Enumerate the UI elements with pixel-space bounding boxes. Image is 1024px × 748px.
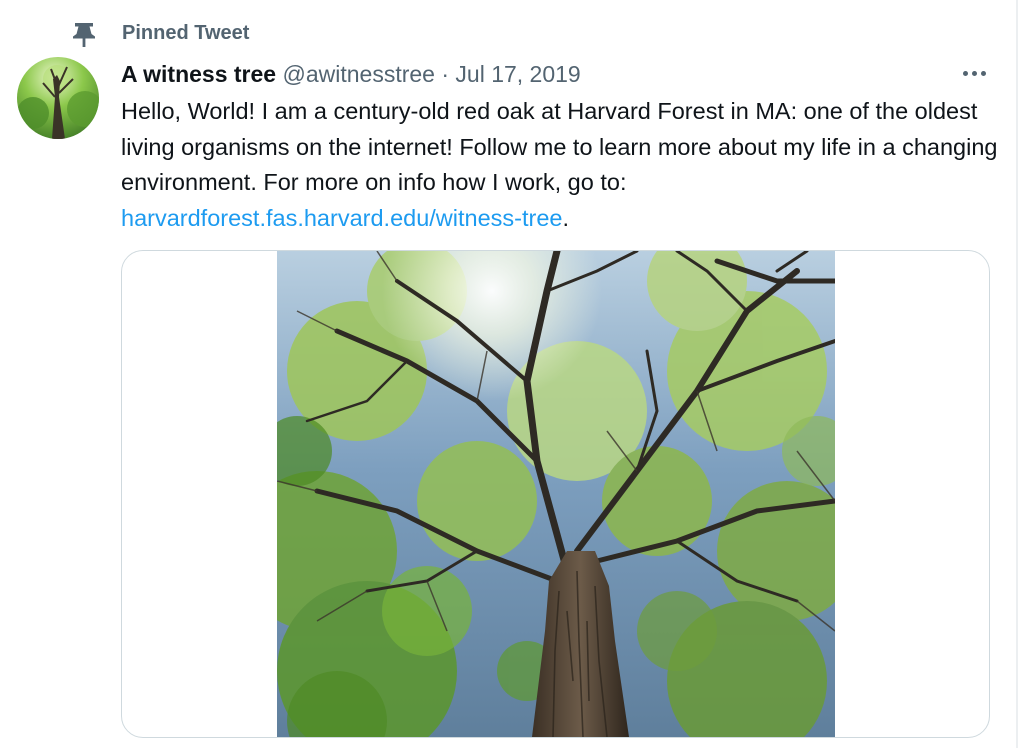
media-card[interactable] [121, 250, 990, 738]
avatar[interactable] [17, 57, 99, 139]
tweet-text-end: . [562, 204, 570, 231]
tree-photo[interactable] [277, 251, 835, 737]
pinned-label: Pinned Tweet [122, 22, 250, 44]
pinned-indicator: Pinned Tweet [70, 18, 249, 50]
pin-icon [70, 20, 98, 48]
tweet-header: A witness tree @awitnesstree · Jul 17, 2… [121, 59, 581, 89]
more-horizontal-icon[interactable] [956, 60, 992, 86]
tweet-link[interactable]: harvardforest.fas.harvard.edu/witness-tr… [121, 205, 563, 231]
tweet-date[interactable]: Jul 17, 2019 [455, 61, 580, 87]
tweet-text: Hello, World! I am a century-old red oak… [121, 94, 1001, 236]
timeline-border [1016, 0, 1018, 748]
user-handle[interactable]: @awitnesstree [282, 61, 434, 87]
header-separator: · [441, 61, 450, 87]
display-name[interactable]: A witness tree [121, 61, 276, 87]
tweet-text-body: Hello, World! I am a century-old red oak… [121, 98, 998, 195]
